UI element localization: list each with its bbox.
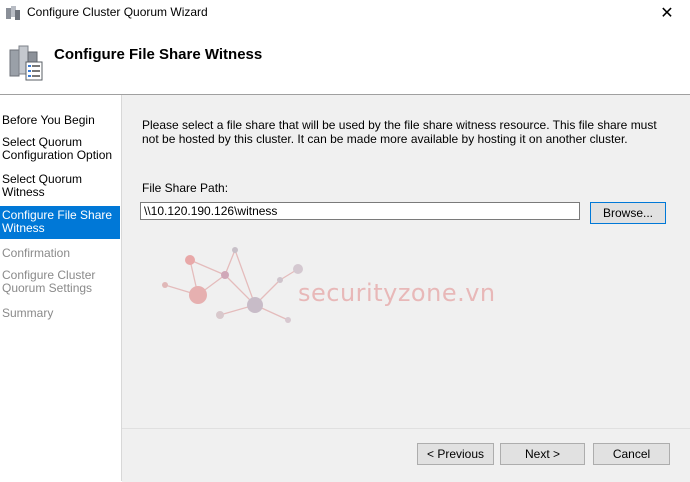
wizard-content: Please select a file share that will be …: [121, 95, 690, 482]
step-label: Quorum Settings: [2, 281, 93, 295]
cluster-wizard-icon: [9, 45, 43, 81]
page-heading: Configure File Share Witness: [54, 46, 263, 63]
title-bar: Configure Cluster Quorum Wizard ✕: [0, 0, 690, 26]
step-confirmation: Confirmation: [0, 247, 120, 260]
step-label: Summary: [2, 306, 54, 320]
close-button[interactable]: ✕: [644, 0, 690, 26]
previous-button[interactable]: < Previous: [417, 443, 494, 465]
close-icon: ✕: [660, 5, 674, 22]
cancel-button[interactable]: Cancel: [593, 443, 670, 465]
step-label: Confirmation: [2, 246, 71, 260]
file-share-path-label: File Share Path:: [142, 181, 229, 195]
cluster-app-icon: [6, 6, 20, 20]
step-label: Configuration Option: [2, 148, 113, 162]
step-select-quorum-witness: Select Quorum Witness: [0, 173, 120, 199]
watermark-text: securityzone.vn: [298, 279, 496, 307]
step-configure-cluster-quorum-settings: Configure Cluster Quorum Settings: [0, 269, 120, 295]
file-share-path-input[interactable]: [140, 202, 580, 220]
wizard-steps-sidebar: Before You Begin Select Quorum Configura…: [0, 95, 121, 481]
window-title: Configure Cluster Quorum Wizard: [27, 5, 208, 19]
step-configure-file-share-witness: Configure File Share Witness: [0, 206, 120, 239]
step-before-you-begin: Before You Begin: [0, 114, 120, 127]
browse-button[interactable]: Browse...: [590, 202, 666, 224]
step-summary: Summary: [0, 307, 120, 320]
instructions-text: Please select a file share that will be …: [142, 118, 657, 146]
wizard-header: Configure File Share Witness: [0, 26, 690, 94]
step-label: Before You Begin: [2, 113, 95, 127]
next-button[interactable]: Next >: [500, 443, 585, 465]
step-select-quorum-configuration: Select Quorum Configuration Option: [0, 136, 120, 162]
step-label: Witness: [2, 185, 45, 199]
step-label: Witness: [2, 221, 45, 235]
